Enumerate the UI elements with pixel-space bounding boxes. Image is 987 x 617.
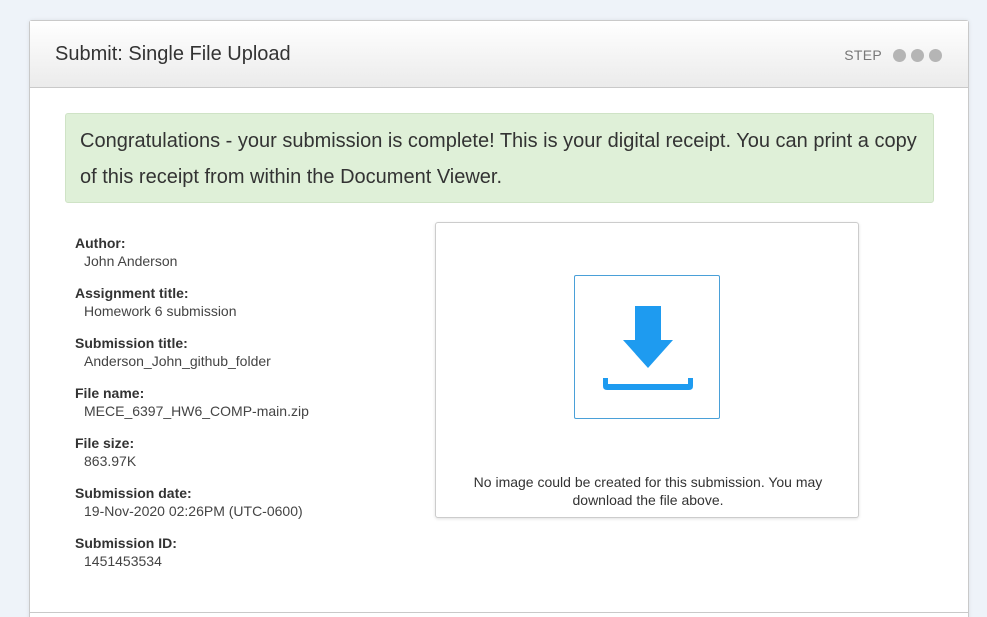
submission-title-label: Submission title: xyxy=(75,335,188,351)
submission-title-value: Anderson_John_github_folder xyxy=(84,353,271,369)
submission-id-label: Submission ID: xyxy=(75,535,177,551)
page-title: Submit: Single File Upload xyxy=(55,43,291,65)
assignment-title-value: Homework 6 submission xyxy=(84,303,237,319)
assignment-title-label: Assignment title: xyxy=(75,285,189,301)
no-image-message: No image could be created for this submi… xyxy=(473,474,823,508)
file-name-field: File name: MECE_6397_HW6_COMP-main.zip xyxy=(75,385,415,435)
download-icon xyxy=(603,306,693,390)
submission-date-value: 19-Nov-2020 02:26PM (UTC-0600) xyxy=(84,503,303,519)
file-size-label: File size: xyxy=(75,435,135,451)
file-size-value: 863.97K xyxy=(84,453,137,469)
submission-title-field: Submission title: Anderson_John_github_f… xyxy=(75,335,415,385)
step-dot-1 xyxy=(893,48,906,62)
author-value: John Anderson xyxy=(84,253,178,269)
success-alert: Congratulations - your submission is com… xyxy=(65,113,934,203)
author-field: Author: John Anderson xyxy=(75,235,415,285)
panel-header: Submit: Single File Upload STEP xyxy=(30,21,968,88)
footer-divider xyxy=(30,612,968,613)
file-size-field: File size: 863.97K xyxy=(75,435,415,485)
assignment-title-field: Assignment title: Homework 6 submission xyxy=(75,285,415,335)
success-message: Congratulations - your submission is com… xyxy=(80,130,917,188)
step-dot-2 xyxy=(911,48,924,62)
submission-date-field: Submission date: 19-Nov-2020 02:26PM (UT… xyxy=(75,485,415,535)
step-label: STEP xyxy=(844,47,882,63)
submission-panel: Submit: Single File Upload STEP Congratu… xyxy=(29,20,969,617)
receipt-details: Author: John Anderson Assignment title: … xyxy=(75,235,415,585)
file-name-value: MECE_6397_HW6_COMP-main.zip xyxy=(84,403,309,419)
submission-date-label: Submission date: xyxy=(75,485,192,501)
author-label: Author: xyxy=(75,235,126,251)
step-indicator: STEP xyxy=(844,47,942,63)
submission-id-value: 1451453534 xyxy=(84,553,162,569)
submission-id-field: Submission ID: 1451453534 xyxy=(75,535,415,585)
download-button[interactable] xyxy=(574,275,720,419)
document-preview: No image could be created for this submi… xyxy=(435,222,859,518)
file-name-label: File name: xyxy=(75,385,145,401)
step-dot-3 xyxy=(929,48,942,62)
